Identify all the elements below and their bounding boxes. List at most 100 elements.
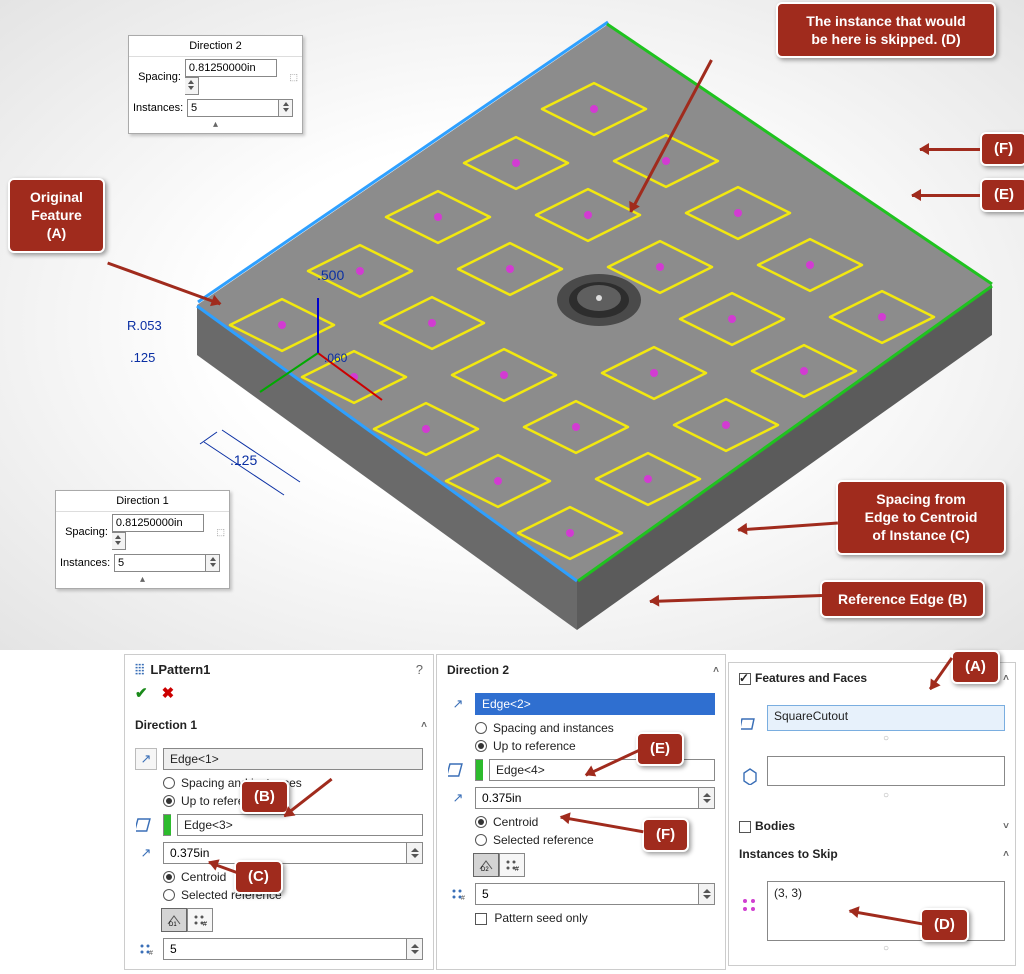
- ok-button[interactable]: ✔: [135, 684, 148, 702]
- instance-centroid-dot[interactable]: [590, 105, 598, 113]
- instance-centroid-dot[interactable]: [428, 319, 436, 327]
- link-icon[interactable]: ⬚: [289, 72, 298, 83]
- pm-features-column: Features and Faces ˄ SquareCutout ○ ○ Bo…: [728, 662, 1016, 966]
- features-faces-checkbox[interactable]: [739, 673, 751, 685]
- spinner-icon[interactable]: [699, 883, 715, 905]
- instance-centroid-dot[interactable]: [806, 261, 814, 269]
- spinner-icon[interactable]: [407, 938, 423, 960]
- instance-centroid-dot[interactable]: [434, 213, 442, 221]
- chevron-up-icon[interactable]: ˄: [421, 720, 427, 731]
- instance-centroid-dot[interactable]: [512, 159, 520, 167]
- chevron-up-icon[interactable]: ▴: [129, 119, 302, 133]
- instance-centroid-dot[interactable]: [734, 209, 742, 217]
- instance-centroid-dot[interactable]: [656, 263, 664, 271]
- spinner-icon[interactable]: [407, 842, 423, 864]
- instance-centroid-dot[interactable]: [572, 423, 580, 431]
- pm-direction2-column: Direction 2˄ ↗ Edge<2> Spacing and insta…: [436, 654, 726, 970]
- d1-direction-edge[interactable]: Edge<1>: [163, 748, 423, 770]
- d2-direction-edge[interactable]: Edge<2>: [475, 693, 715, 715]
- svg-text:.125: .125: [230, 452, 257, 468]
- callout-reference-edge-b: Reference Edge (B): [820, 580, 985, 618]
- instance-centroid-dot[interactable]: [650, 369, 658, 377]
- instance-centroid-dot[interactable]: [500, 371, 508, 379]
- d1-spacing-input[interactable]: [112, 514, 204, 532]
- features-list[interactable]: SquareCutout: [767, 705, 1005, 731]
- instance-centroid-dot[interactable]: [800, 367, 808, 375]
- direction-arrow-icon[interactable]: ↗: [447, 693, 469, 715]
- svg-text:#: #: [515, 866, 519, 872]
- d1-count-input[interactable]: [163, 938, 407, 960]
- instance-centroid-dot[interactable]: [356, 267, 364, 275]
- property-manager-area: ⦙⦙⦙ LPattern1 ? ✔ ✖ Direction 1 ˄ ↗ Edge<1…: [0, 650, 1024, 974]
- tag-f: (F): [642, 818, 689, 852]
- collapse-handle-icon[interactable]: ○: [767, 943, 1005, 954]
- offset-arrow-icon[interactable]: ↗: [135, 842, 157, 864]
- d2-spacing-input[interactable]: [185, 59, 277, 77]
- graphics-viewport[interactable]: .500 R.053 .125 .125 .060 Direction 2 Sp…: [0, 0, 1024, 650]
- d1-offset-input[interactable]: [163, 842, 407, 864]
- d1-spacing-mode-button[interactable]: D1: [161, 908, 187, 932]
- instances-skip-list[interactable]: (3, 3): [767, 881, 1005, 941]
- link-icon[interactable]: ⬚: [216, 527, 225, 538]
- d2-offset-input[interactable]: [475, 787, 699, 809]
- reference-icon: [447, 759, 469, 781]
- bodies-checkbox[interactable]: [739, 821, 751, 833]
- pattern-seed-checkbox[interactable]: [475, 913, 487, 925]
- dim-panel-title: Direction 2: [129, 36, 302, 57]
- d1-reference-edge[interactable]: Edge<3>: [177, 814, 423, 836]
- instance-centroid-dot[interactable]: [878, 313, 886, 321]
- instance-centroid-dot[interactable]: [662, 157, 670, 165]
- offset-arrow-icon[interactable]: ↗: [447, 787, 469, 809]
- chevron-up-icon[interactable]: ˄: [1003, 673, 1009, 684]
- instance-centroid-dot[interactable]: [494, 477, 502, 485]
- feature-icon: [739, 712, 761, 734]
- section-direction1: Direction 1: [135, 718, 197, 732]
- callout-spacing-c: Spacing from Edge to Centroid of Instanc…: [836, 480, 1006, 555]
- svg-text:#: #: [461, 895, 465, 901]
- d1-opt-selref[interactable]: Selected reference: [163, 888, 423, 902]
- skip-icon: [739, 895, 761, 917]
- hole: [557, 274, 641, 326]
- tag-e: (E): [636, 732, 684, 766]
- chevron-up-icon[interactable]: ▴: [56, 574, 229, 588]
- spinner-icon[interactable]: [185, 77, 199, 95]
- instance-centroid-dot[interactable]: [506, 265, 514, 273]
- d1-count-mode-button[interactable]: #: [187, 908, 213, 932]
- instance-centroid-dot[interactable]: [566, 529, 574, 537]
- instance-centroid-dot[interactable]: [728, 315, 736, 323]
- help-icon[interactable]: ?: [416, 662, 423, 677]
- instance-centroid-dot[interactable]: [278, 321, 286, 329]
- lpattern-icon: ⦙⦙⦙: [135, 661, 144, 677]
- reference-icon: [135, 814, 157, 836]
- cancel-button[interactable]: ✖: [162, 684, 175, 702]
- direction-arrow-icon[interactable]: ↗: [135, 748, 157, 770]
- feature-title: LPattern1: [150, 662, 210, 677]
- instance-centroid-dot[interactable]: [422, 425, 430, 433]
- collapse-handle-icon[interactable]: ○: [767, 733, 1005, 744]
- tag-a: (A): [951, 650, 1000, 684]
- instance-centroid-dot[interactable]: [722, 421, 730, 429]
- spinner-icon[interactable]: [699, 787, 715, 809]
- svg-text:#: #: [203, 921, 207, 927]
- d2-spacing-mode-button[interactable]: D2: [473, 853, 499, 877]
- spinner-icon[interactable]: [279, 99, 293, 117]
- d2-count-input[interactable]: [475, 883, 699, 905]
- faces-list[interactable]: [767, 756, 1005, 786]
- d1-instances-input[interactable]: [114, 554, 206, 572]
- d1-opt-centroid[interactable]: Centroid: [163, 870, 423, 884]
- chevron-up-icon[interactable]: ˄: [1003, 849, 1009, 860]
- d2-instances-input[interactable]: [187, 99, 279, 117]
- collapse-handle-icon[interactable]: ○: [767, 790, 1005, 801]
- tag-c: (C): [234, 860, 283, 894]
- instance-centroid-dot[interactable]: [584, 211, 592, 219]
- section-bodies: Bodies: [755, 819, 795, 833]
- chevron-up-icon[interactable]: ˄: [713, 665, 719, 676]
- spinner-icon[interactable]: [112, 532, 126, 550]
- d1-opt-spacing[interactable]: Spacing and instances: [163, 776, 423, 790]
- spinner-icon[interactable]: [206, 554, 220, 572]
- instance-centroid-dot[interactable]: [644, 475, 652, 483]
- face-icon: [739, 765, 761, 787]
- chevron-down-icon[interactable]: ˅: [1003, 821, 1009, 832]
- d2-count-mode-button[interactable]: #: [499, 853, 525, 877]
- section-direction2: Direction 2: [447, 663, 509, 677]
